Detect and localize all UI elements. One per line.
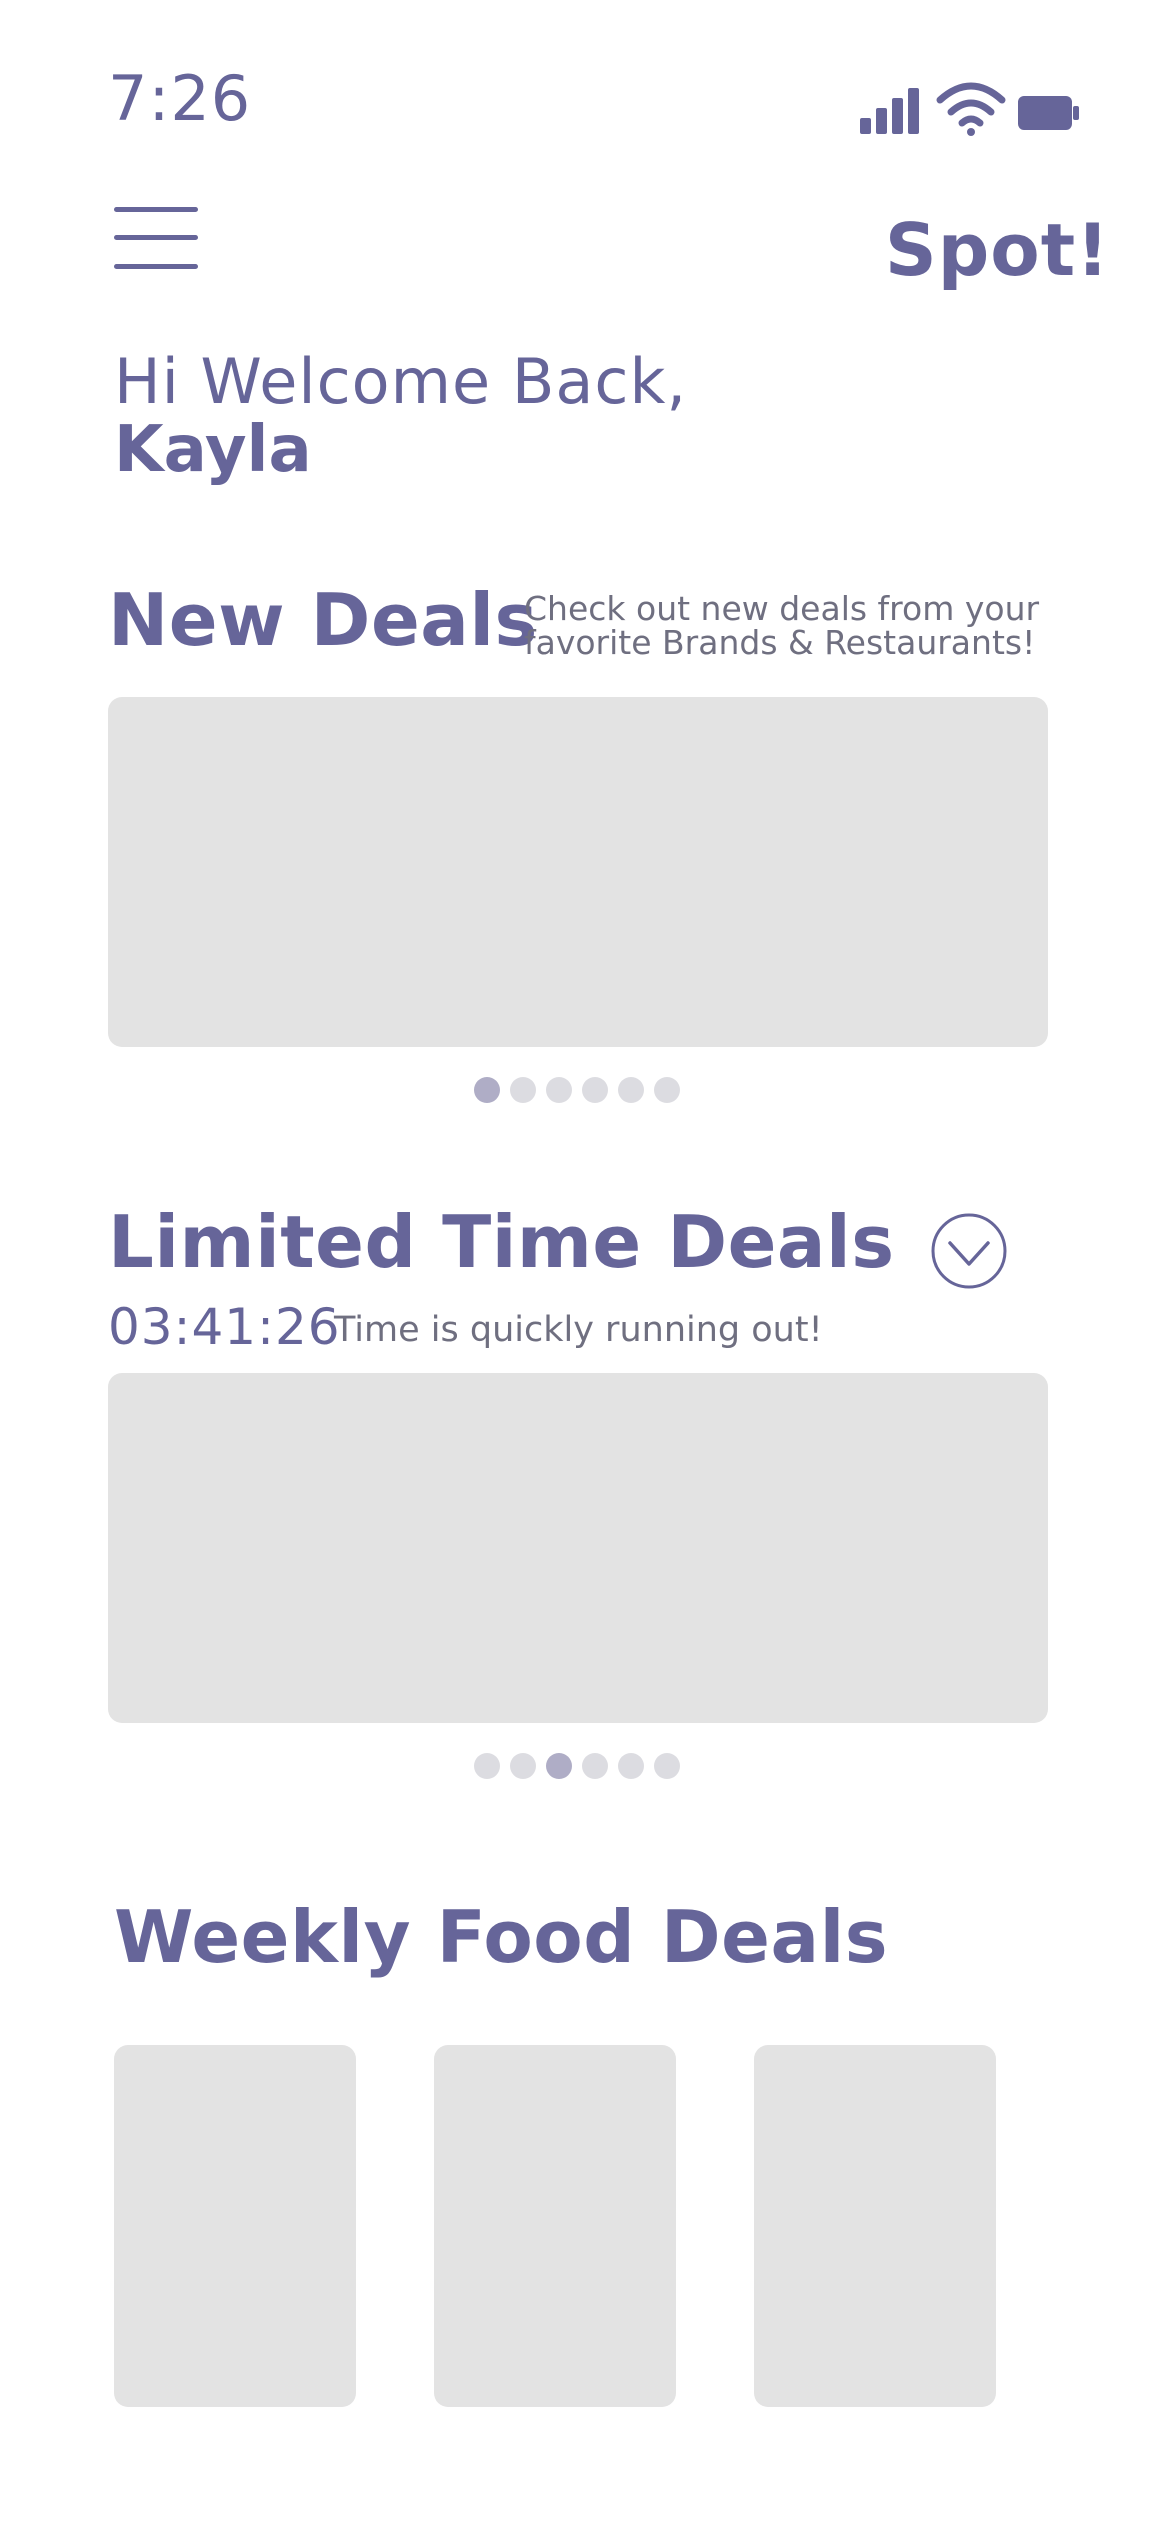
battery-icon: [1018, 96, 1079, 130]
carousel-dot[interactable]: [510, 1753, 536, 1779]
carousel-dot[interactable]: [546, 1753, 572, 1779]
new-deals-subtitle-line2: favorite Brands & Restaurants!: [524, 623, 1036, 662]
carousel-dot[interactable]: [474, 1077, 500, 1103]
carousel-dot[interactable]: [618, 1077, 644, 1103]
chevron-down-circle-icon[interactable]: [930, 1212, 1008, 1290]
carousel-dot[interactable]: [474, 1753, 500, 1779]
user-name: Kayla: [114, 413, 312, 487]
carousel-dot[interactable]: [510, 1077, 536, 1103]
new-deals-subtitle-line1: Check out new deals from your: [524, 589, 1040, 628]
wifi-icon: [936, 82, 1006, 136]
carousel-dot[interactable]: [582, 1077, 608, 1103]
weekly-deal-card[interactable]: [114, 2045, 356, 2407]
carousel-dot[interactable]: [546, 1077, 572, 1103]
hamburger-menu-icon[interactable]: [114, 205, 200, 271]
brand-logo: Spot!: [884, 208, 1110, 292]
status-time: 7:26: [108, 62, 252, 135]
limited-deals-card[interactable]: [108, 1373, 1048, 1723]
new-deals-title: New Deals: [108, 578, 538, 662]
weekly-deal-card[interactable]: [434, 2045, 676, 2407]
signal-icon: [860, 88, 919, 134]
weekly-deals-title: Weekly Food Deals: [114, 1895, 889, 1979]
limited-deals-carousel-indicator: [474, 1753, 680, 1779]
carousel-dot[interactable]: [654, 1077, 680, 1103]
limited-deals-title: Limited Time Deals: [108, 1200, 895, 1284]
greeting-text: Hi Welcome Back,: [114, 345, 688, 418]
new-deals-card[interactable]: [108, 697, 1048, 1047]
countdown-timer: 03:41:26: [108, 1298, 341, 1356]
new-deals-carousel-indicator: [474, 1077, 680, 1103]
timer-note: Time is quickly running out!: [334, 1310, 823, 1350]
weekly-deal-card[interactable]: [754, 2045, 996, 2407]
carousel-dot[interactable]: [654, 1753, 680, 1779]
carousel-dot[interactable]: [582, 1753, 608, 1779]
carousel-dot[interactable]: [618, 1753, 644, 1779]
